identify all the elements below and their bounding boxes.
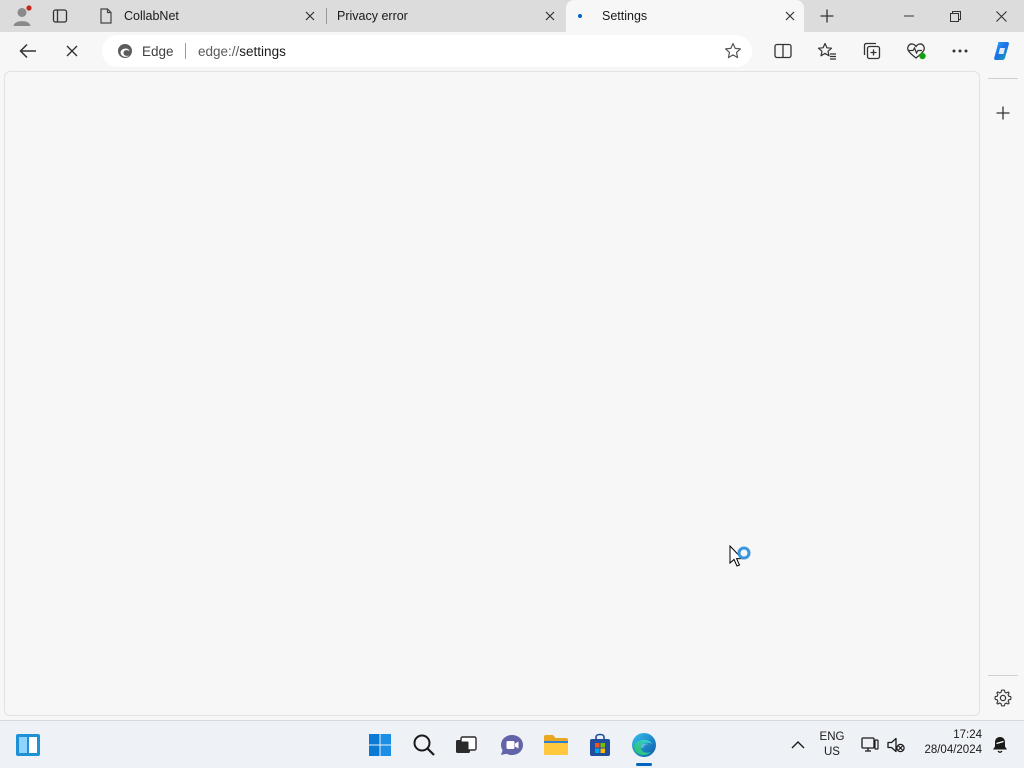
address-bar[interactable]: Edge edge://settings [102, 35, 752, 67]
gear-icon [994, 689, 1012, 707]
collections-button[interactable] [856, 36, 888, 66]
microsoft-store-button[interactable] [584, 729, 616, 761]
copilot-button[interactable] [986, 36, 1018, 66]
sidebar-add-button[interactable] [986, 97, 1020, 129]
favorites-icon [817, 42, 836, 60]
clock-time: 17:24 [953, 729, 982, 741]
restore-icon [949, 10, 961, 22]
notifications-button[interactable] [984, 729, 1016, 761]
page-icon [98, 8, 114, 24]
task-view-button[interactable] [450, 729, 482, 761]
add-favorite-button[interactable] [724, 42, 742, 60]
tab-actions-icon [52, 9, 68, 23]
task-view-icon [456, 736, 477, 753]
chat-icon [501, 735, 523, 755]
tab-label: Settings [602, 9, 648, 23]
search-icon [413, 734, 435, 756]
more-icon [952, 49, 968, 53]
edge-logo-icon [632, 733, 656, 757]
star-icon [725, 42, 741, 59]
screen: CollabNet Privacy error Settings Edge ed… [0, 0, 1024, 768]
volume-button[interactable] [880, 729, 912, 761]
file-explorer-button[interactable] [540, 729, 572, 761]
profile-icon [13, 5, 32, 26]
minimize-button[interactable] [886, 0, 932, 32]
tab-settings[interactable]: Settings [566, 0, 804, 32]
close-tab-icon[interactable] [302, 8, 318, 24]
url-scheme: edge:// [198, 44, 240, 59]
tab-collabnet[interactable]: CollabNet [88, 0, 324, 32]
search-button[interactable] [408, 729, 440, 761]
edge-taskbar-button[interactable] [628, 729, 660, 766]
taskbar: ENG US 17:24 28/04/2024 [0, 720, 1024, 768]
busy-cursor-icon [729, 545, 751, 567]
loading-dot-icon [572, 8, 588, 24]
teams-chat-button[interactable] [496, 729, 528, 761]
url-path: settings [239, 44, 286, 59]
edge-logo-icon [118, 44, 132, 58]
volume-muted-icon [887, 737, 905, 753]
tab-actions-button[interactable] [44, 2, 76, 30]
plus-icon [996, 106, 1010, 120]
url-text[interactable]: edge://settings [198, 44, 286, 59]
close-icon [995, 10, 1007, 22]
show-hidden-icons-button[interactable] [782, 729, 814, 761]
stop-icon [66, 45, 78, 57]
favorites-button[interactable] [811, 36, 843, 66]
input-language-indicator[interactable]: ENG US [812, 730, 852, 760]
keyboard-layout: US [824, 746, 840, 758]
notification-bell-icon [993, 737, 1007, 753]
close-tab-icon[interactable] [782, 8, 798, 24]
back-arrow-icon [19, 43, 36, 59]
back-button[interactable] [12, 36, 44, 66]
widgets-icon [16, 734, 40, 756]
close-tab-icon[interactable] [542, 8, 558, 24]
copilot-icon [994, 42, 1009, 60]
split-screen-icon [774, 43, 792, 59]
minimize-icon [904, 15, 914, 17]
tab-privacy-error[interactable]: Privacy error [327, 0, 564, 32]
tab-label: Privacy error [337, 9, 408, 23]
network-icon [861, 737, 879, 752]
split-screen-button[interactable] [767, 36, 799, 66]
address-divider [185, 43, 186, 59]
clock-date: 28/04/2024 [924, 744, 982, 756]
chevron-up-icon [791, 741, 805, 749]
sidebar-divider [988, 675, 1018, 676]
restore-button[interactable] [932, 0, 978, 32]
store-icon [590, 733, 610, 756]
stop-loading-button[interactable] [56, 36, 88, 66]
folder-icon [544, 735, 568, 755]
plus-icon [820, 9, 834, 23]
settings-and-more-button[interactable] [944, 36, 976, 66]
sidebar-settings-button[interactable] [986, 682, 1020, 714]
language-code: ENG [819, 731, 845, 743]
browser-essentials-button[interactable] [900, 36, 932, 66]
site-identity-label: Edge [142, 44, 174, 59]
collections-icon [863, 42, 881, 60]
windows-logo-icon [369, 734, 391, 756]
heartbeat-icon [907, 43, 926, 60]
system-clock[interactable]: 17:24 28/04/2024 [924, 728, 982, 758]
close-window-button[interactable] [978, 0, 1024, 32]
sidebar-divider [988, 78, 1018, 79]
profile-button[interactable] [6, 2, 38, 30]
page-content-area [4, 71, 980, 716]
tab-label: CollabNet [124, 9, 179, 23]
right-sidebar [982, 70, 1024, 718]
widgets-button[interactable] [12, 729, 44, 761]
tab-bar: CollabNet Privacy error Settings [0, 0, 1024, 32]
start-button[interactable] [364, 729, 396, 761]
new-tab-button[interactable] [811, 2, 843, 30]
navigation-toolbar: Edge edge://settings [0, 32, 1024, 70]
